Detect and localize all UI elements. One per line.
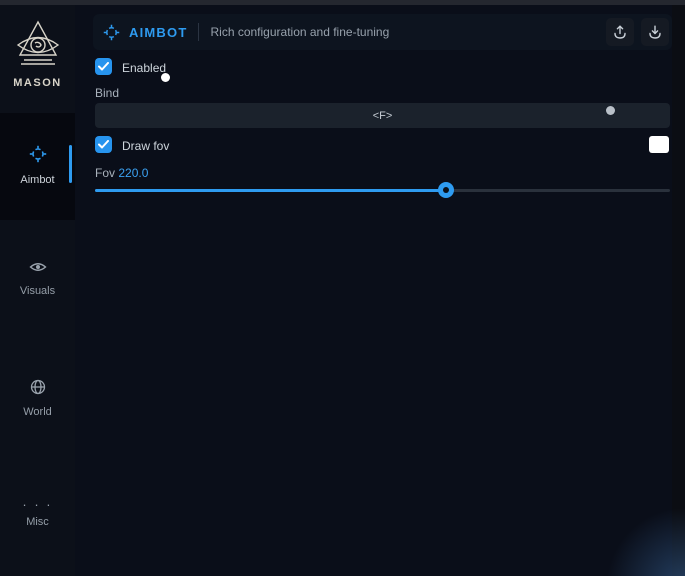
active-indicator [69,145,72,183]
checkmark-icon [98,62,109,71]
crosshair-icon [103,24,120,41]
eye-icon [29,260,47,274]
download-icon [647,24,663,40]
enabled-checkbox[interactable] [95,58,112,75]
logo: MASON [0,19,75,89]
bind-input[interactable] [95,103,670,128]
window-top-strip [0,0,685,5]
header-actions [606,18,669,46]
ellipsis-icon: · · · [0,500,75,510]
header-divider [198,23,199,41]
download-config-button[interactable] [641,18,669,46]
sidebar-item-visuals[interactable]: Visuals [0,260,75,297]
sidebar-item-misc[interactable]: · · · Misc [0,500,75,528]
fov-slider[interactable] [95,183,670,197]
eye-pyramid-icon [15,19,61,69]
fov-label: Fov 220.0 [95,166,148,180]
page-title: AIMBOT [129,25,187,40]
page-subtitle: Rich configuration and fine-tuning [210,25,389,39]
upload-config-button[interactable] [606,18,634,46]
crosshair-icon [29,145,47,163]
cursor-dot-white [161,73,170,82]
upload-icon [612,24,628,40]
cursor-dot-gray [606,106,615,115]
draw-fov-checkbox[interactable] [95,136,112,153]
sidebar-item-world[interactable]: World [0,379,75,418]
sidebar-item-label: World [0,406,75,418]
sidebar-item-aimbot[interactable]: Aimbot [0,113,75,220]
corner-glow [595,506,685,576]
fov-slider-handle[interactable] [438,182,454,198]
sidebar-item-label: Visuals [0,285,75,297]
globe-icon [30,379,46,395]
draw-fov-color-swatch[interactable] [649,136,669,153]
sidebar: MASON Aimbot [0,5,75,576]
draw-fov-label: Draw fov [122,139,169,153]
page-header: AIMBOT Rich configuration and fine-tunin… [93,14,672,50]
checkmark-icon [98,140,109,149]
mason-menu-window: MASON Aimbot [0,0,685,576]
brand-text: MASON [0,77,75,89]
fov-value: 220.0 [118,166,148,180]
enabled-label: Enabled [122,61,166,75]
desktop-right-edge [672,5,685,576]
fov-label-text: Fov [95,166,115,180]
fov-slider-fill [95,189,446,192]
bind-label: Bind [95,86,119,100]
sidebar-item-label: Aimbot [0,174,75,186]
sidebar-item-label: Misc [0,516,75,528]
